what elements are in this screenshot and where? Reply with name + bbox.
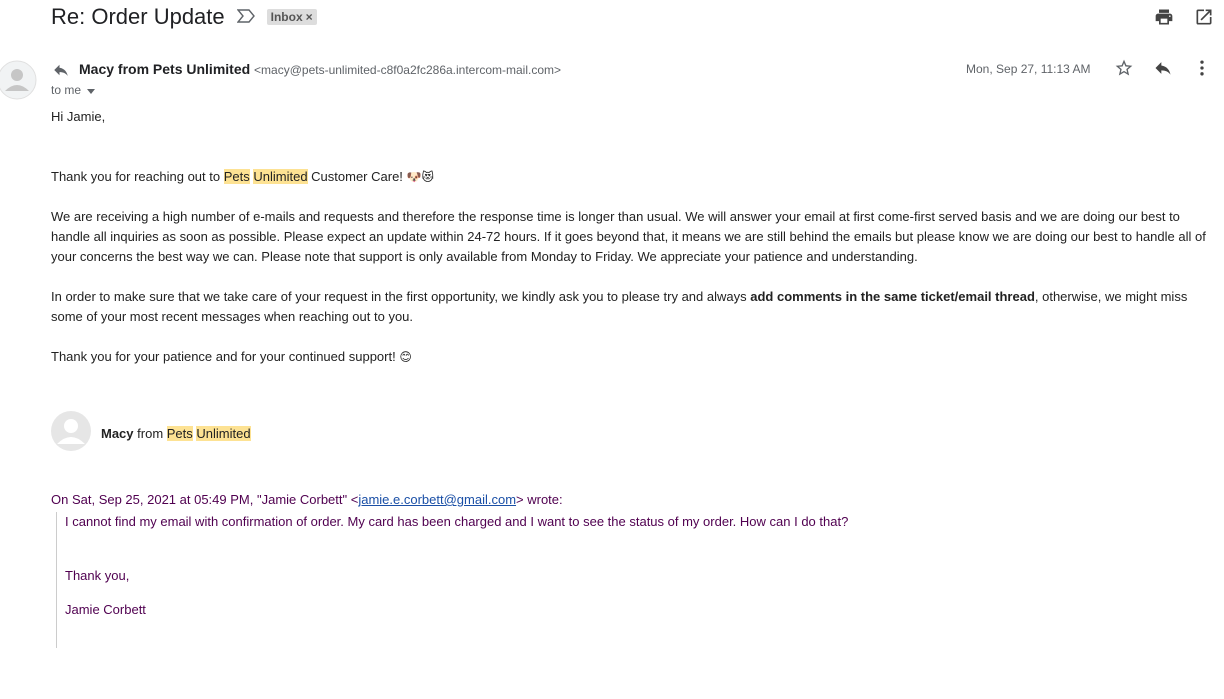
- quote-header: On Sat, Sep 25, 2021 at 05:49 PM, "Jamie…: [51, 492, 563, 507]
- important-marker-icon[interactable]: [236, 8, 255, 28]
- sender-avatar: [0, 60, 37, 105]
- signature-avatar: [51, 411, 91, 456]
- chevron-down-icon[interactable]: [87, 83, 96, 97]
- recipient-row[interactable]: to me: [51, 83, 96, 97]
- subject-row: Re: Order Update Inbox ×: [51, 4, 317, 30]
- replied-icon: [51, 61, 71, 84]
- closing-paragraph: Thank you for your patience and for your…: [51, 347, 1211, 367]
- label-inbox-badge: Inbox ×: [266, 9, 317, 25]
- thanks-paragraph: Thank you for reaching out to Pets Unlim…: [51, 167, 1211, 187]
- reply-icon[interactable]: [1152, 58, 1174, 78]
- quoted-sender-email-link[interactable]: jamie.e.corbett@gmail.com: [358, 492, 516, 507]
- quoted-name: Jamie Corbett: [65, 602, 146, 617]
- signature-name: Macy: [101, 426, 134, 441]
- recipient-label: to me: [51, 83, 82, 97]
- star-icon[interactable]: [1114, 58, 1134, 78]
- label-name: Inbox: [270, 10, 303, 24]
- remove-label-icon[interactable]: ×: [306, 10, 313, 24]
- signature-from: from: [133, 426, 167, 441]
- greeting: Hi Jamie,: [51, 109, 106, 124]
- message-date: Mon, Sep 27, 11:13 AM: [966, 62, 1091, 76]
- closing-text: Thank you for your patience and for your…: [51, 349, 400, 364]
- signature-brand-1: Pets: [166, 426, 193, 441]
- order-paragraph: In order to make sure that we take care …: [51, 287, 1211, 327]
- sender-line: Macy from Pets Unlimited <macy@pets-unli…: [79, 61, 561, 77]
- sender-name[interactable]: Macy from Pets Unlimited: [79, 61, 250, 77]
- quoted-text: I cannot find my email with confirmation…: [65, 514, 849, 529]
- quoted-thanks: Thank you,: [65, 568, 130, 583]
- signature-brand-2: Unlimited: [196, 426, 251, 441]
- brand-highlight-2: Unlimited: [253, 169, 308, 184]
- order-text-pre: In order to make sure that we take care …: [51, 289, 751, 304]
- message-body: Hi Jamie, Thank you for reaching out to …: [51, 107, 1211, 367]
- email-subject: Re: Order Update: [51, 4, 225, 29]
- thread-actions: [1154, 7, 1214, 27]
- signature-text: Macy from Pets Unlimited: [101, 426, 251, 441]
- thanks-text-post: Customer Care!: [307, 169, 407, 184]
- print-icon[interactable]: [1154, 7, 1174, 27]
- closing-emoji: 😊: [399, 350, 412, 364]
- sender-email: <macy@pets-unlimited-c8f0a2fc286a.interc…: [254, 63, 562, 77]
- more-vert-icon[interactable]: [1192, 58, 1212, 78]
- thanks-text-pre: Thank you for reaching out to: [51, 169, 224, 184]
- order-text-bold: add comments in the same ticket/email th…: [750, 289, 1035, 304]
- open-in-new-window-icon[interactable]: [1194, 7, 1214, 27]
- brand-highlight-1: Pets: [223, 169, 250, 184]
- signature: Macy from Pets Unlimited: [51, 411, 251, 456]
- quoted-message: I cannot find my email with confirmation…: [56, 512, 1065, 648]
- quote-header-pre: On Sat, Sep 25, 2021 at 05:49 PM, "Jamie…: [51, 492, 359, 507]
- message-actions: [1114, 58, 1212, 78]
- quote-header-post: > wrote:: [516, 492, 563, 507]
- delay-paragraph: We are receiving a high number of e-mail…: [51, 209, 1206, 264]
- thanks-emoji: 🐶😻: [406, 170, 434, 184]
